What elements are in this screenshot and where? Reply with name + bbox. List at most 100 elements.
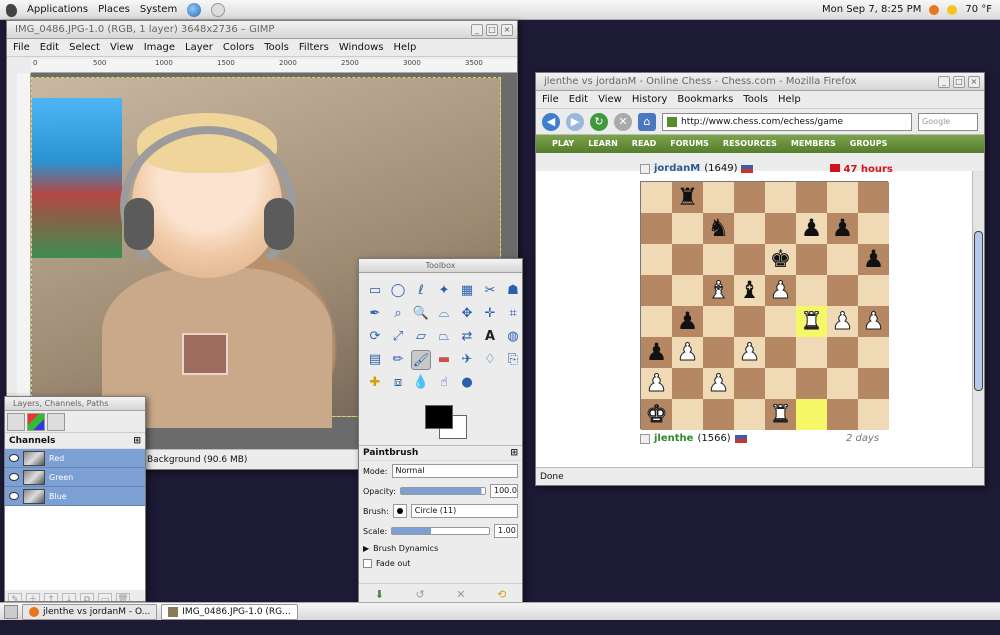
board-square[interactable] — [672, 275, 703, 306]
fade-out-checkbox[interactable] — [363, 559, 372, 568]
maximize-button[interactable]: □ — [486, 24, 498, 36]
free-select-icon[interactable]: ℓ — [411, 281, 431, 301]
horizontal-ruler[interactable]: 0 500 1000 1500 2000 2500 3000 3500 — [31, 59, 517, 73]
measure-icon[interactable]: ⌓ — [434, 304, 454, 324]
board-square[interactable]: ♟ — [641, 368, 672, 399]
firefox-tray-icon[interactable] — [929, 5, 940, 15]
board-square[interactable] — [858, 368, 889, 399]
menu-file[interactable]: File — [13, 39, 30, 56]
scissors-icon[interactable]: ✂ — [480, 281, 500, 301]
channel-row-red[interactable]: Red — [5, 449, 145, 468]
board-square[interactable] — [858, 275, 889, 306]
gimp-image-titlebar[interactable]: IMG_0486.JPG-1.0 (RGB, 1 layer) 3648x273… — [7, 21, 517, 39]
menu-view[interactable]: View — [110, 39, 134, 56]
white-pawn-icon[interactable]: ♟ — [645, 369, 667, 398]
board-square[interactable]: ♟ — [765, 275, 796, 306]
board-square[interactable] — [765, 337, 796, 368]
paintbrush-icon[interactable]: 🖌 — [411, 350, 431, 370]
nav-resources[interactable]: RESOURCES — [723, 135, 777, 153]
brush-dynamics-row[interactable]: ▶ Brush Dynamics — [359, 541, 522, 556]
black-king-icon[interactable]: ♚ — [770, 245, 792, 273]
board-square[interactable] — [827, 337, 858, 368]
duplicate-channel-icon[interactable]: ⧉ — [80, 593, 94, 601]
board-square[interactable] — [672, 244, 703, 275]
edit-channel-icon[interactable]: ✎ — [8, 593, 22, 601]
clock[interactable]: Mon Sep 7, 8:25 PM — [822, 0, 921, 20]
white-pawn-icon[interactable]: ♟ — [676, 338, 698, 367]
move-icon[interactable]: ✥ — [457, 304, 477, 324]
delete-options-icon[interactable]: ✕ — [456, 588, 465, 601]
minimize-button[interactable]: _ — [471, 24, 483, 36]
menu-layer[interactable]: Layer — [185, 39, 213, 56]
rotate-icon[interactable]: ⟳ — [365, 327, 385, 347]
board-square[interactable] — [827, 399, 858, 430]
show-desktop-icon[interactable] — [4, 604, 18, 619]
menu-windows[interactable]: Windows — [339, 39, 384, 56]
new-channel-icon[interactable]: ＋ — [26, 593, 40, 601]
scale-input[interactable]: 1.00 — [494, 524, 518, 538]
opacity-slider[interactable] — [399, 487, 486, 495]
board-square[interactable] — [796, 275, 827, 306]
eye-icon[interactable] — [9, 473, 19, 481]
black-pawn-icon[interactable]: ♟ — [832, 214, 854, 242]
avatar[interactable] — [640, 163, 650, 174]
board-square[interactable] — [734, 182, 765, 213]
fade-out-row[interactable]: Fade out — [359, 556, 522, 571]
menu-edit[interactable]: Edit — [569, 91, 588, 108]
select-by-color-icon[interactable]: ▦ — [457, 281, 477, 301]
url-input[interactable]: http://www.chess.com/echess/game — [662, 112, 912, 131]
weather-temperature[interactable]: 70 °F — [965, 0, 992, 20]
board-square[interactable] — [765, 368, 796, 399]
brush-preview-icon[interactable] — [392, 504, 407, 518]
board-square[interactable]: ♟ — [796, 213, 827, 244]
board-square[interactable] — [672, 213, 703, 244]
search-input[interactable]: Google — [918, 112, 978, 131]
minimize-button[interactable]: _ — [938, 76, 950, 88]
white-pawn-icon[interactable]: ♟ — [769, 276, 791, 305]
board-square[interactable] — [641, 306, 672, 337]
gnome-foot-icon[interactable] — [6, 3, 17, 17]
board-square[interactable] — [703, 182, 734, 213]
top-player-name[interactable]: jordanM — [654, 163, 700, 174]
bottom-player-name[interactable]: jlenthe — [654, 433, 693, 444]
board-square[interactable]: ♟ — [858, 306, 889, 337]
board-square[interactable] — [858, 213, 889, 244]
board-square[interactable] — [703, 306, 734, 337]
board-square[interactable] — [796, 399, 827, 430]
forward-arrow-icon[interactable]: ▶ — [566, 112, 584, 131]
vertical-ruler[interactable] — [17, 73, 31, 449]
fuzzy-select-icon[interactable]: ✦ — [434, 281, 454, 301]
save-options-icon[interactable]: ⬇ — [375, 588, 384, 601]
board-square[interactable] — [796, 244, 827, 275]
board-square[interactable] — [734, 306, 765, 337]
config-menu-icon[interactable]: ⊞ — [510, 448, 518, 458]
perspective-icon[interactable]: ⏢ — [434, 327, 454, 347]
menu-view[interactable]: View — [598, 91, 622, 108]
help-launcher-icon[interactable] — [211, 3, 226, 17]
black-pawn-icon[interactable]: ♟ — [677, 307, 699, 335]
white-pawn-icon[interactable]: ♟ — [831, 307, 853, 336]
board-square[interactable] — [858, 337, 889, 368]
foreground-select-icon[interactable]: ☗ — [503, 281, 522, 301]
opacity-input[interactable]: 100.0 — [490, 484, 518, 498]
black-rook-icon[interactable]: ♜ — [677, 183, 699, 211]
task-firefox[interactable]: jlenthe vs jordanM - O... — [22, 603, 158, 620]
shear-icon[interactable]: ▱ — [411, 327, 431, 347]
menu-tools[interactable]: Tools — [743, 91, 768, 108]
board-square[interactable] — [765, 306, 796, 337]
restore-options-icon[interactable]: ↺ — [416, 588, 425, 601]
board-square[interactable] — [765, 213, 796, 244]
black-pawn-icon[interactable]: ♟ — [646, 338, 668, 366]
chess-board[interactable]: ♜ ♞ ♟ ♟ ♚ ♟ ♝ ♝ ♟ ♟ ♜ ♟ ♟ ♟ ♟ ♟ ♟ ♟ ♚ ♜ — [640, 181, 889, 430]
board-square[interactable]: ♚ — [641, 399, 672, 430]
board-square[interactable] — [796, 368, 827, 399]
white-rook-icon[interactable]: ♜ — [800, 307, 822, 336]
nav-forums[interactable]: FORUMS — [670, 135, 709, 153]
delete-channel-icon[interactable]: 🗑 — [116, 593, 130, 601]
board-square[interactable] — [672, 399, 703, 430]
board-square[interactable]: ♟ — [858, 244, 889, 275]
board-square[interactable] — [765, 182, 796, 213]
nav-read[interactable]: READ — [632, 135, 656, 153]
text-icon[interactable]: A — [480, 327, 500, 347]
white-bishop-icon[interactable]: ♝ — [707, 276, 729, 305]
